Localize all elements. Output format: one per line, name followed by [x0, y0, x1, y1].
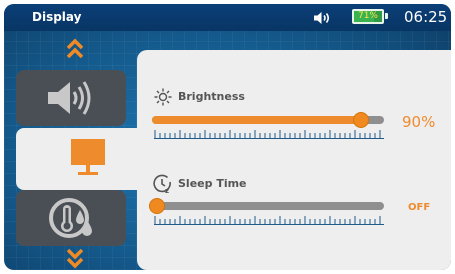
menu-item-display[interactable] [16, 128, 156, 190]
sleep-time-ticks [154, 216, 384, 225]
settings-panel [137, 50, 451, 270]
sleep-time-label: Sleep Time [178, 177, 247, 190]
clock: 06:25 [404, 8, 448, 26]
battery-tip [385, 13, 388, 19]
scroll-up-chevron-icon[interactable] [66, 38, 84, 64]
status-bar: Display 71% 06:25 [4, 4, 451, 31]
brightness-slider-handle[interactable] [352, 112, 369, 128]
speaker-icon [48, 81, 91, 115]
brightness-label: Brightness [178, 90, 245, 103]
sleep-timer-icon: z [153, 174, 171, 194]
menu-item-environment[interactable] [16, 190, 126, 246]
sleep-time-slider-track[interactable] [152, 202, 384, 210]
svg-text:z: z [165, 187, 169, 194]
page-title: Display [32, 10, 82, 24]
brightness-ticks [154, 130, 384, 139]
brightness-sun-icon [154, 88, 172, 106]
brightness-slider-track[interactable] [152, 116, 384, 124]
device-screen: Display 71% 06:25 Brightness 90% z Sleep… [4, 4, 451, 270]
battery-percent: 71% [357, 11, 378, 21]
sleep-time-slider-handle[interactable] [149, 198, 165, 214]
menu-item-sound[interactable] [16, 70, 126, 126]
sleep-time-value: OFF [408, 202, 431, 213]
scroll-down-chevron-icon[interactable] [66, 247, 84, 270]
thermometer-drops-icon [49, 198, 92, 238]
speaker-volume-icon[interactable] [313, 10, 333, 29]
brightness-value: 90% [402, 113, 436, 131]
battery-indicator: 71% [352, 9, 384, 24]
monitor-icon [71, 139, 105, 175]
